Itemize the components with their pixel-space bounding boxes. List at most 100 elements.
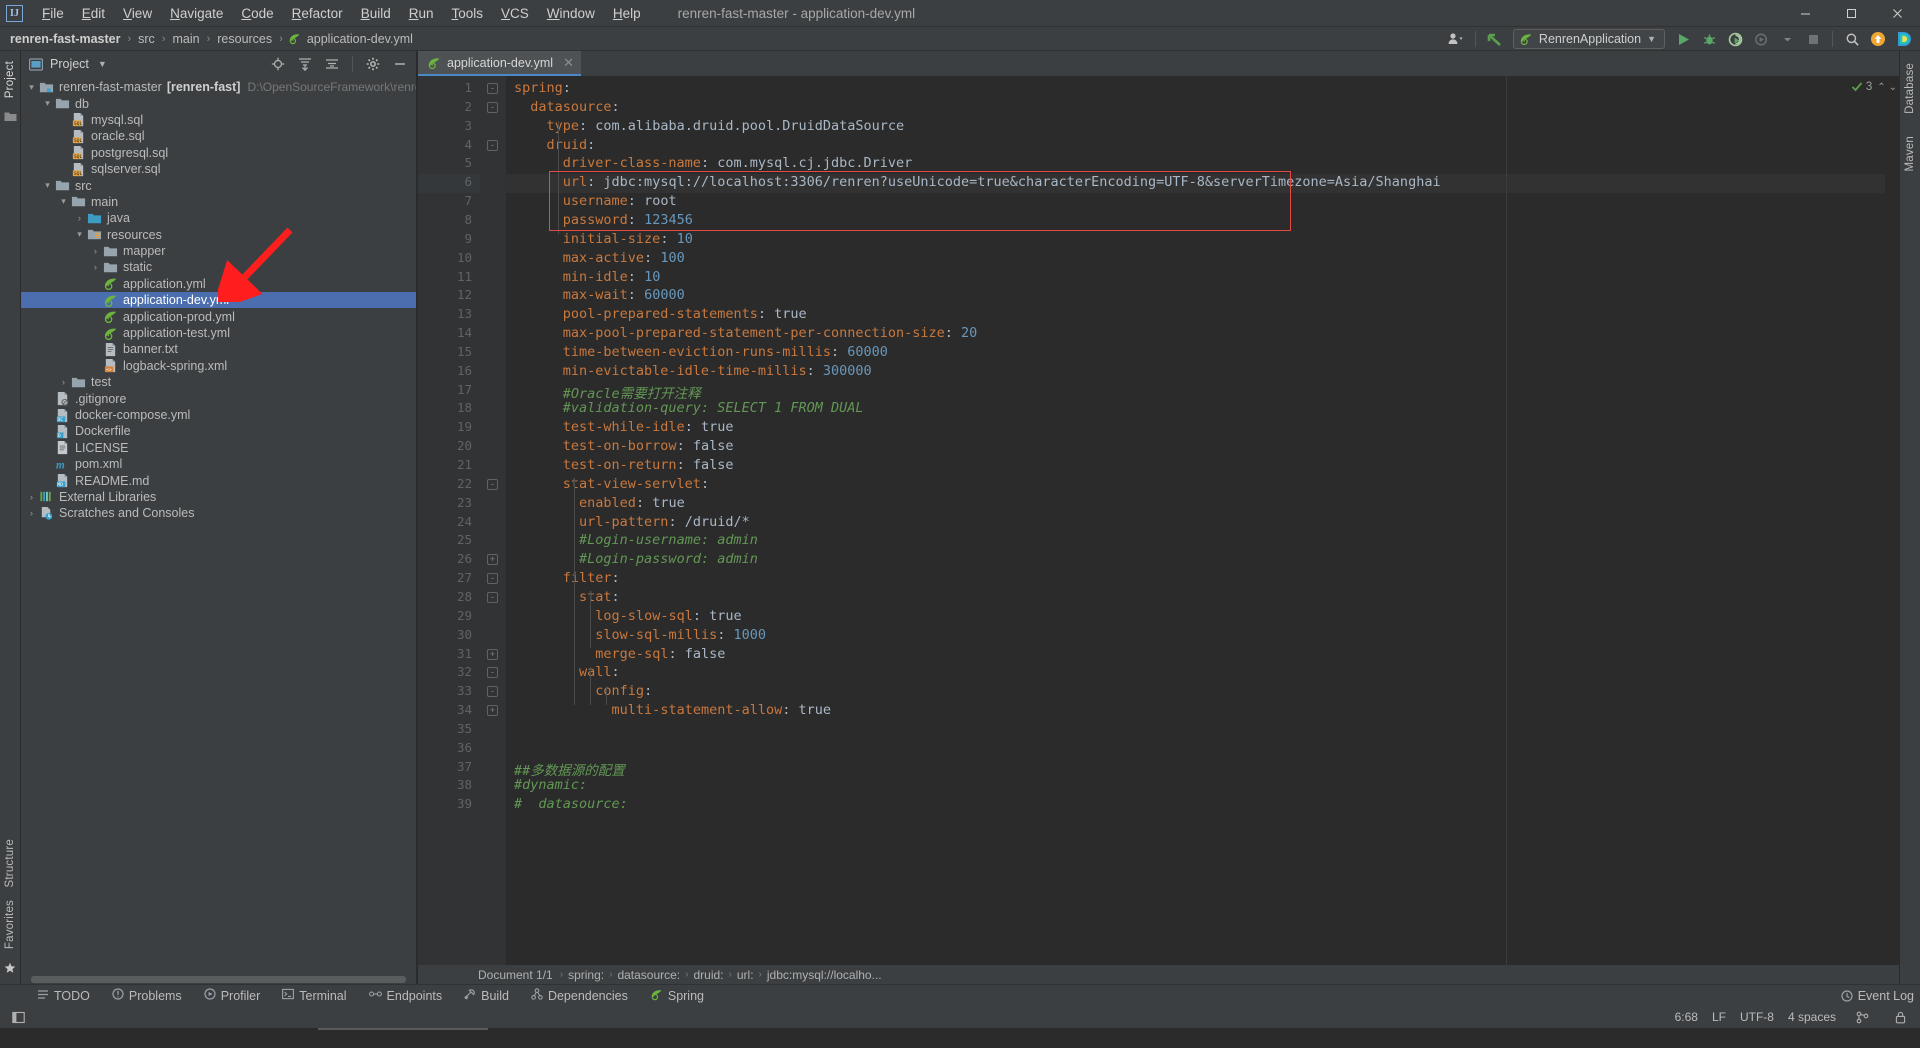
fold-collapse-icon[interactable]: - [487,101,498,113]
project-horizontal-scrollbar[interactable] [21,975,416,984]
chevron-right-icon[interactable]: › [73,213,86,223]
tool-window-database[interactable]: Database [1904,57,1916,120]
tree-node[interactable]: ▾ resources [21,227,416,243]
tool-window-structure[interactable]: Structure [4,833,16,893]
bottom-tool-endpoints[interactable]: Endpoints [358,988,454,1003]
debug-icon[interactable] [1697,28,1721,50]
show-hide-tool-windows-icon[interactable] [6,1006,30,1028]
fold-collapse-icon[interactable]: - [487,478,498,490]
error-marker-panel[interactable] [1885,76,1899,965]
bottom-tool-terminal[interactable]: Terminal [271,988,357,1003]
expand-all-icon[interactable] [293,53,317,75]
chevron-right-icon[interactable]: › [25,492,38,502]
tree-node[interactable]: › External Libraries [21,489,416,505]
chevron-down-icon[interactable]: ▾ [57,196,70,207]
editor-breadcrumb-item[interactable]: url: [737,968,754,982]
fold-collapse-icon[interactable]: - [487,573,498,585]
tree-node[interactable]: ▾ renren-fast-master [renren-fast] D:\Open… [21,79,416,95]
fold-collapse-icon[interactable]: - [487,591,498,603]
folder-icon[interactable] [3,109,18,124]
bottom-tool-spring[interactable]: Spring [639,988,715,1004]
tree-node[interactable]: banner.txt [21,341,416,357]
menu-refactor[interactable]: Refactor [283,3,352,24]
chevron-down-icon[interactable]: ▾ [41,98,54,109]
caret-position[interactable]: 6:68 [1675,1010,1698,1024]
menu-code[interactable]: Code [232,3,282,24]
run-with-coverage-icon[interactable] [1723,28,1747,50]
menu-vcs[interactable]: VCS [492,3,538,24]
tree-node[interactable]: › java [21,210,416,226]
fold-expand-icon[interactable]: + [487,705,498,717]
chevron-right-icon[interactable]: › [57,377,70,387]
stop-icon[interactable] [1801,28,1825,50]
fold-collapse-icon[interactable]: - [487,686,498,698]
menu-edit[interactable]: Edit [73,3,114,24]
event-log-button[interactable]: Event Log [1841,989,1914,1003]
chevron-down-icon[interactable]: ▾ [25,82,38,93]
tree-node[interactable]: ▾ main [21,194,416,210]
code-content[interactable]: spring: datasource: type: com.alibaba.drui… [506,76,1885,965]
tree-node[interactable]: SQL sqlserver.sql [21,161,416,177]
tree-node[interactable]: › static [21,259,416,275]
code-folding-gutter[interactable]: - - - - + - - + - - + [480,76,506,965]
tree-node[interactable]: m pom.xml [21,456,416,472]
chevron-down-icon[interactable]: ▾ [73,229,86,240]
menu-view[interactable]: View [114,3,161,24]
chevron-right-icon[interactable]: › [89,246,102,256]
tree-node[interactable]: › test [21,374,416,390]
settings-gear-icon[interactable] [361,53,385,75]
menu-navigate[interactable]: Navigate [161,3,232,24]
project-tree[interactable]: ▾ renren-fast-master [renren-fast] D:\Open… [21,77,416,975]
idea-feature-icon[interactable] [1892,28,1916,50]
tree-node[interactable]: SQL postgresql.sql [21,145,416,161]
menu-window[interactable]: Window [538,3,604,24]
bottom-tool-problems[interactable]: Problems [101,988,193,1003]
run-configuration-selector[interactable]: RenrenApplication ▼ [1512,29,1665,49]
fold-collapse-icon[interactable]: - [487,667,498,679]
maximize-button[interactable] [1828,0,1874,27]
notification-icon[interactable] [1866,28,1890,50]
hide-panel-icon[interactable] [388,53,412,75]
breadcrumb-item[interactable]: application-dev.yml [305,32,415,46]
menu-help[interactable]: Help [604,3,650,24]
chevron-down-icon[interactable]: ⌄ [1889,82,1897,93]
chevron-right-icon[interactable]: › [89,262,102,272]
tool-window-favorites[interactable]: Favorites [4,894,16,955]
tab-application-dev-yml[interactable]: application-dev.yml ✕ [418,51,581,76]
fold-expand-icon[interactable]: + [487,648,498,660]
run-icon[interactable] [1671,28,1695,50]
editor-breadcrumb-item[interactable]: druid: [694,968,724,982]
code-editor[interactable]: 1 2 3 4 5 6 7 8 9 10 11 12 13 14 15 16 17 18 19 20 21 22 23 24 2… [418,76,1899,965]
tool-window-project[interactable]: Project [4,55,16,104]
editor-breadcrumb-item[interactable]: datasource: [617,968,680,982]
fold-collapse-icon[interactable]: - [487,139,498,151]
indent-setting[interactable]: 4 spaces [1788,1010,1836,1024]
tree-node[interactable]: MD README.md [21,472,416,488]
tree-node[interactable]: application.yml [21,276,416,292]
chevron-down-icon[interactable]: ▼ [98,59,107,69]
menu-build[interactable]: Build [352,3,400,24]
bottom-tool-dependencies[interactable]: Dependencies [520,988,639,1003]
tree-node[interactable]: ▾ db [21,95,416,111]
tool-window-maven[interactable]: Maven [1904,130,1916,178]
tree-node[interactable]: D Dockerfile [21,423,416,439]
close-icon[interactable]: ✕ [563,55,574,71]
breadcrumb-item[interactable]: main [170,32,201,46]
fold-collapse-icon[interactable]: - [487,83,498,94]
tree-node[interactable]: SQL mysql.sql [21,112,416,128]
search-everywhere-icon[interactable] [1840,28,1864,50]
tree-node[interactable]: application-prod.yml [21,308,416,324]
tree-node[interactable]: SQL oracle.sql [21,128,416,144]
update-arrow-icon[interactable] [1483,28,1507,50]
tree-node-selected[interactable]: application-dev.yml [21,292,416,309]
menu-run[interactable]: Run [400,3,443,24]
breadcrumb-item[interactable]: src [136,32,157,46]
bottom-tool-todo[interactable]: TODO [26,989,101,1003]
tree-node[interactable]: › Scratches and Consoles [21,505,416,521]
tree-node[interactable]: › mapper [21,243,416,259]
editor-breadcrumb-item[interactable]: jdbc:mysql://localho... [767,968,882,982]
collapse-all-icon[interactable] [320,53,344,75]
close-button[interactable] [1874,0,1920,27]
bottom-tool-profiler[interactable]: Profiler [193,988,272,1003]
chevron-down-icon[interactable]: ▾ [41,180,54,191]
